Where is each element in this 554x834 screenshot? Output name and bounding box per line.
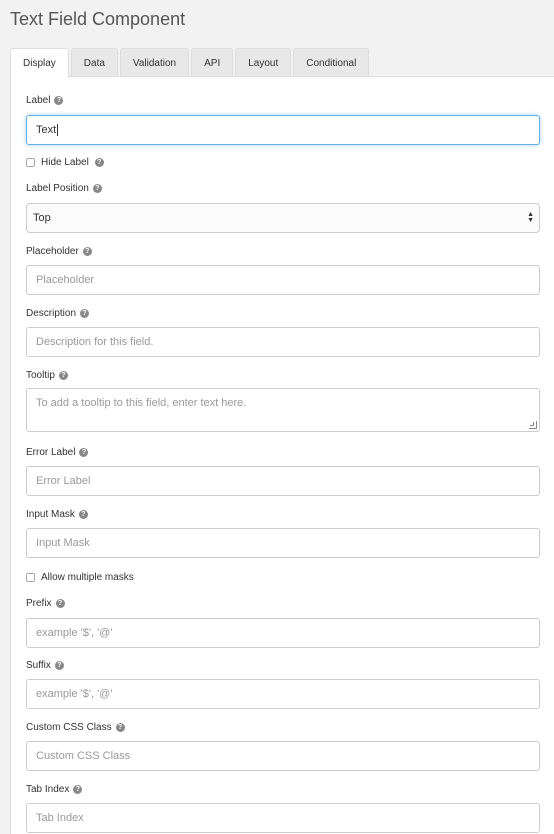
tab-bar: Display Data Validation API Layout Condi…: [10, 48, 371, 78]
input-mask-label: Input Mask ?: [26, 509, 88, 520]
select-arrows-icon: ▲ ▼: [527, 211, 534, 224]
tab-index-label: Tab Index ?: [26, 784, 83, 795]
question-circle-icon[interactable]: ?: [54, 661, 64, 670]
label-text: Label: [26, 95, 51, 106]
question-circle-icon[interactable]: ?: [58, 371, 68, 380]
suffix-input[interactable]: example '$', '@': [26, 679, 540, 709]
tooltip-text: Tooltip: [26, 370, 55, 381]
question-circle-icon[interactable]: ?: [54, 96, 64, 105]
placeholder-label: Placeholder ?: [26, 246, 92, 257]
input-mask-input[interactable]: Input Mask: [26, 528, 540, 558]
question-circle-icon[interactable]: ?: [92, 184, 102, 193]
description-text: Description: [26, 308, 77, 319]
question-circle-icon[interactable]: ?: [115, 723, 125, 732]
tab-layout[interactable]: Layout: [235, 48, 292, 77]
tooltip-label: Tooltip ?: [26, 370, 68, 381]
error-label-text: Error Label: [26, 447, 76, 458]
text-cursor: [57, 124, 59, 137]
display-panel: Label ? Text Hide Label ? Label Position…: [10, 76, 554, 834]
checkbox-box[interactable]: [26, 573, 35, 582]
question-circle-icon[interactable]: ?: [94, 158, 104, 167]
error-label-input[interactable]: Error Label: [26, 466, 540, 496]
tab-display[interactable]: Display: [10, 48, 69, 78]
resize-handle-icon[interactable]: [529, 421, 537, 429]
label-input[interactable]: Text: [26, 115, 540, 145]
placeholder-text: Placeholder: [26, 246, 79, 257]
description-input[interactable]: Description for this field.: [26, 327, 540, 357]
description-label: Description ?: [26, 308, 90, 319]
question-circle-icon[interactable]: ?: [78, 510, 88, 519]
tab-validation[interactable]: Validation: [119, 48, 190, 77]
label-position-value: Top: [33, 212, 51, 224]
suffix-text: Suffix: [26, 660, 51, 671]
hide-label-text: Hide Label: [41, 157, 89, 168]
label-position-text: Label Position: [26, 183, 89, 194]
question-circle-icon[interactable]: ?: [82, 247, 92, 256]
tab-data[interactable]: Data: [70, 48, 118, 77]
tooltip-textarea[interactable]: To add a tooltip to this field, enter te…: [26, 388, 540, 432]
question-circle-icon[interactable]: ?: [80, 309, 90, 318]
checkbox-box[interactable]: [26, 158, 35, 167]
question-circle-icon[interactable]: ?: [55, 599, 65, 608]
page-title: Text Field Component: [10, 9, 186, 29]
tab-conditional[interactable]: Conditional: [293, 48, 370, 77]
custom-css-input[interactable]: Custom CSS Class: [26, 741, 540, 771]
error-label-label: Error Label ?: [26, 447, 89, 458]
prefix-input[interactable]: example '$', '@': [26, 618, 540, 648]
allow-multiple-masks-text: Allow multiple masks: [41, 572, 134, 583]
tab-index-text: Tab Index: [26, 784, 70, 795]
label-position-select[interactable]: Top ▲ ▼: [26, 203, 540, 233]
label-position-label: Label Position ?: [26, 183, 102, 194]
tab-index-input[interactable]: Tab Index: [26, 803, 540, 833]
question-circle-icon[interactable]: ?: [79, 448, 89, 457]
custom-css-label: Custom CSS Class ?: [26, 722, 125, 733]
hide-label-checkbox[interactable]: Hide Label ?: [26, 157, 104, 168]
label-field-label: Label ?: [26, 95, 64, 106]
suffix-label: Suffix ?: [26, 660, 64, 671]
label-input-value: Text: [36, 124, 57, 136]
question-circle-icon[interactable]: ?: [73, 785, 83, 794]
prefix-label: Prefix ?: [26, 598, 65, 609]
tooltip-placeholder: To add a tooltip to this field, enter te…: [36, 397, 247, 409]
custom-css-text: Custom CSS Class: [26, 722, 112, 733]
allow-multiple-masks-checkbox[interactable]: Allow multiple masks: [26, 572, 134, 583]
prefix-text: Prefix: [26, 598, 52, 609]
tab-api[interactable]: API: [191, 48, 234, 77]
placeholder-input[interactable]: Placeholder: [26, 265, 540, 295]
input-mask-text: Input Mask: [26, 509, 75, 520]
